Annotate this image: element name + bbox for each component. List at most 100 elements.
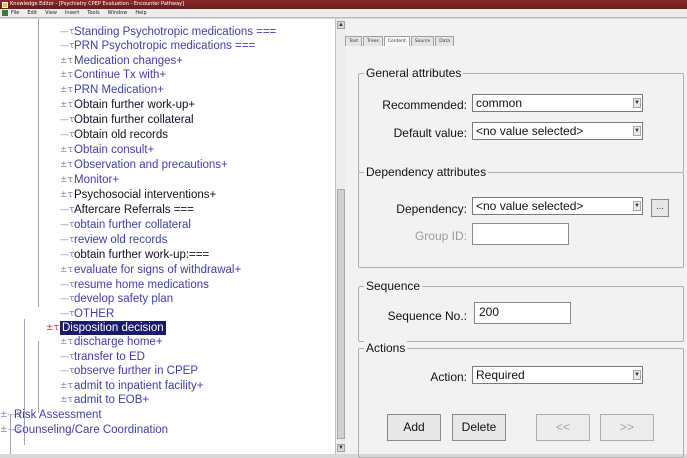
- menu-edit[interactable]: Edit: [27, 9, 37, 18]
- tree-node-icon: ±τ: [46, 323, 59, 333]
- tab-text[interactable]: Text: [345, 36, 363, 46]
- tree-node-icon: —τ: [60, 220, 75, 230]
- tree-node-icon: —τ: [60, 309, 75, 319]
- tree-item[interactable]: —τ develop safety plan: [60, 292, 173, 306]
- tree-node-icon: ±—s: [0, 425, 22, 435]
- tab-data[interactable]: Data: [435, 36, 454, 46]
- tree-item[interactable]: ±—s Risk Assessment: [0, 408, 102, 422]
- tree-item[interactable]: —τ obtain further collateral: [60, 218, 191, 232]
- chevron-down-icon[interactable]: ▼: [633, 201, 641, 211]
- document-icon: [2, 10, 8, 16]
- tree-item[interactable]: —τ Aftercare Referrals ===: [60, 203, 194, 217]
- tree-item[interactable]: ±τ Monitor+: [60, 173, 119, 187]
- group-id-field[interactable]: [472, 223, 569, 245]
- menu-file[interactable]: File: [11, 9, 19, 18]
- tab-content[interactable]: Content: [383, 36, 410, 46]
- chevron-down-icon[interactable]: ▼: [633, 370, 641, 380]
- properties-panel: Text Trees Content Source Data General a…: [345, 19, 687, 458]
- scroll-thumb[interactable]: [337, 189, 345, 439]
- add-button[interactable]: Add: [387, 414, 441, 441]
- chevron-down-icon[interactable]: ▼: [633, 98, 641, 108]
- tree-item[interactable]: ±τ admit to EOB+: [60, 393, 149, 407]
- tree-node-icon: —τ: [60, 235, 75, 245]
- previous-button[interactable]: <<: [536, 414, 590, 441]
- app-icon: [2, 1, 8, 8]
- delete-button[interactable]: Delete: [452, 414, 506, 441]
- tree-item-label: admit to EOB+: [74, 394, 150, 406]
- group-id-label: Group ID:: [414, 229, 467, 243]
- tree-item[interactable]: ±—s Counseling/Care Coordination: [0, 423, 168, 437]
- tree-node-icon: ±τ: [60, 381, 73, 391]
- tree-item[interactable]: —τ resume home medications: [60, 278, 209, 292]
- tree-item[interactable]: ±τ discharge home+: [60, 335, 163, 349]
- tree-item-label: Monitor+: [74, 174, 120, 186]
- menu-window[interactable]: Window: [108, 9, 128, 18]
- tree-connector-line: [38, 341, 39, 413]
- tree-item-label: admit to inpatient facility+: [74, 380, 204, 392]
- menu-tools[interactable]: Tools: [87, 9, 99, 18]
- tree-item[interactable]: —τ obtain further work-up:===: [60, 248, 209, 262]
- tree-scrollbar[interactable]: ▲ ▼: [335, 19, 345, 454]
- chevron-down-icon[interactable]: ▼: [633, 126, 641, 136]
- default-value-select[interactable]: <no value selected> ▼: [472, 122, 643, 140]
- tab-trees[interactable]: Trees: [363, 36, 383, 46]
- tree-node-icon: —τ: [60, 115, 75, 125]
- tree-item[interactable]: —τ Standing Psychotropic medications ===: [60, 25, 276, 39]
- tree-node-icon: ±τ: [60, 337, 73, 347]
- tree-node-icon: ±τ: [60, 175, 73, 185]
- tree-item-label: Obtain further collateral: [74, 114, 194, 126]
- recommended-value: common: [476, 96, 523, 110]
- tree-node-icon: —τ: [60, 205, 75, 215]
- sequence-no-field[interactable]: 200: [474, 302, 571, 324]
- tree-item[interactable]: ±τ Psychosocial interventions+: [60, 188, 216, 202]
- tree-item[interactable]: ±τ admit to inpatient facility+: [60, 379, 203, 393]
- general-attributes-title: General attributes: [364, 66, 464, 80]
- tree-item[interactable]: ±τ Medication changes+: [60, 54, 183, 68]
- scroll-down-arrow-icon[interactable]: ▼: [337, 444, 345, 452]
- tree-item[interactable]: —τ review old records: [60, 233, 167, 247]
- tree-item-label: obtain further work-up:===: [74, 249, 210, 261]
- dependency-browse-button[interactable]: ...: [651, 199, 669, 217]
- tree-item-label: Obtain old records: [74, 129, 168, 141]
- dependency-select[interactable]: <no value selected> ▼: [472, 197, 643, 215]
- tree-item[interactable]: ±τ Observation and precautions+: [60, 158, 228, 172]
- tree-item[interactable]: ±τ Obtain consult+: [60, 143, 154, 157]
- tree-node-icon: ±τ: [60, 70, 73, 80]
- scroll-up-arrow-icon[interactable]: ▲: [337, 21, 345, 29]
- default-value-value: <no value selected>: [476, 124, 584, 138]
- dependency-label: Dependency:: [396, 202, 467, 216]
- tree-item-label: Aftercare Referrals ===: [74, 204, 194, 216]
- tree-item[interactable]: ±τ evaluate for signs of withdrawal+: [60, 263, 241, 277]
- tree-node-icon: —τ: [60, 250, 75, 260]
- tab-source[interactable]: Source: [410, 36, 435, 46]
- tree-node-icon: ±τ: [60, 395, 73, 405]
- default-value-label: Default value:: [393, 126, 467, 140]
- menu-help[interactable]: Help: [135, 9, 146, 18]
- tree-item[interactable]: —τ PRN Psychotropic medications ===: [60, 39, 255, 53]
- action-select[interactable]: Required ▼: [472, 366, 643, 384]
- tree-connector-line: [38, 19, 39, 307]
- tree-node-icon: ±τ: [60, 100, 73, 110]
- tree-node-icon: ±τ: [60, 265, 73, 275]
- dependency-value: <no value selected>: [476, 199, 584, 213]
- tree-item[interactable]: —τ Obtain further collateral: [60, 113, 194, 127]
- tree-item-label: Risk Assessment: [14, 409, 102, 421]
- menu-insert[interactable]: Insert: [65, 9, 79, 18]
- tree-item-label: Counseling/Care Coordination: [14, 424, 169, 436]
- tree-item-label: resume home medications: [74, 279, 209, 291]
- tree-item[interactable]: —τ transfer to ED: [60, 350, 145, 364]
- tree-node-icon: ±τ: [60, 190, 73, 200]
- tree-item[interactable]: ±τ Continue Tx with+: [60, 68, 166, 82]
- tree-panel[interactable]: —τ Standing Psychotropic medications ===…: [0, 19, 335, 454]
- menu-view[interactable]: View: [45, 9, 57, 18]
- tree-item[interactable]: ±τ PRN Medication+: [60, 83, 164, 97]
- tree-item[interactable]: —τ OTHER: [60, 307, 114, 321]
- tree-item[interactable]: —τ observe further in CPEP: [60, 364, 198, 378]
- next-button[interactable]: >>: [600, 414, 654, 441]
- tree-item-selected[interactable]: ±τ Disposition decision: [46, 321, 166, 335]
- tree-item-label: obtain further collateral: [74, 219, 191, 231]
- tree-item[interactable]: —τ Obtain old records: [60, 128, 168, 142]
- recommended-select[interactable]: common ▼: [472, 94, 643, 112]
- tree-node-icon: —τ: [60, 280, 75, 290]
- tree-item[interactable]: ±τ Obtain further work-up+: [60, 98, 195, 112]
